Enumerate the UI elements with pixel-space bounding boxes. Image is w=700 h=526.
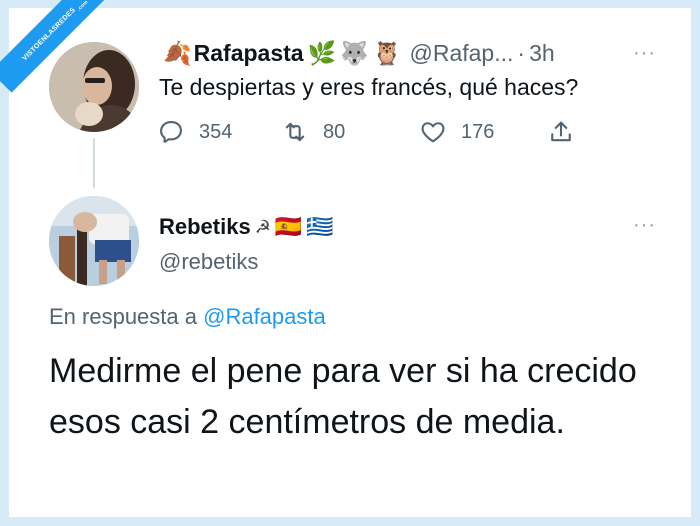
- thread-connector: [93, 138, 95, 188]
- name-emoji-owl: 🦉: [372, 39, 402, 66]
- separator-dot: ·: [517, 39, 526, 66]
- reply-button[interactable]: 354: [157, 118, 232, 146]
- name-emoji-hammer-sickle: ☭: [254, 216, 271, 237]
- like-count: 176: [461, 120, 495, 143]
- tweet2-more-icon[interactable]: ···: [633, 214, 656, 237]
- reply-mention-link[interactable]: @Rafapasta: [203, 304, 326, 329]
- reply-prefix: En respuesta a: [49, 304, 197, 329]
- retweet-count: 80: [323, 120, 346, 143]
- tweet2-text: Medirme el pene para ver si ha crecido e…: [49, 352, 637, 441]
- reply-count: 354: [199, 120, 233, 143]
- name-emoji-herb: 🌿: [307, 39, 337, 66]
- avatar-rebetiks[interactable]: [49, 196, 139, 286]
- heart-icon: [421, 122, 445, 143]
- tweet1-handle[interactable]: @Rafap...: [410, 40, 514, 67]
- watermark-sub: .com: [76, 0, 90, 13]
- reply-icon: [160, 121, 182, 143]
- tweet2-author-name[interactable]: Rebetiks: [159, 214, 251, 240]
- tweet2-author-name-row: Rebetiks ☭ 🇪🇸 🇬🇷: [159, 214, 334, 240]
- reply-context: En respuesta a @Rafapasta: [49, 304, 326, 330]
- tweet1-time[interactable]: 3h: [529, 40, 555, 67]
- name-emoji-wolf: 🐺: [340, 39, 369, 66]
- retweet-button[interactable]: 80: [281, 118, 345, 146]
- share-button[interactable]: [547, 118, 575, 146]
- name-emoji-leaves: 🍂: [163, 39, 192, 66]
- tweet1-text: Te despiertas y eres francés, qué haces?: [159, 74, 579, 100]
- like-button[interactable]: 176: [419, 118, 494, 146]
- retweet-icon: [285, 122, 305, 142]
- tweet1-header: 🍂 Rafapasta 🌿 🐺 🦉 @Rafap... · 3h: [159, 38, 555, 68]
- avatar-rafapasta[interactable]: [49, 42, 139, 132]
- tweet1-author-name[interactable]: Rafapasta: [194, 40, 304, 67]
- tweet2-handle[interactable]: @rebetiks: [159, 249, 258, 275]
- tweet1-actions: 354 80 176: [157, 118, 597, 150]
- tweet-card: VISTOENLASREDES .com 🍂 Rafapasta 🌿 🐺 🦉 @R…: [0, 0, 691, 517]
- flag-greece-emoji: 🇬🇷: [306, 214, 334, 239]
- flag-spain-emoji: 🇪🇸: [274, 214, 303, 239]
- share-icon: [551, 121, 571, 142]
- tweet1-more-icon[interactable]: ···: [633, 42, 656, 65]
